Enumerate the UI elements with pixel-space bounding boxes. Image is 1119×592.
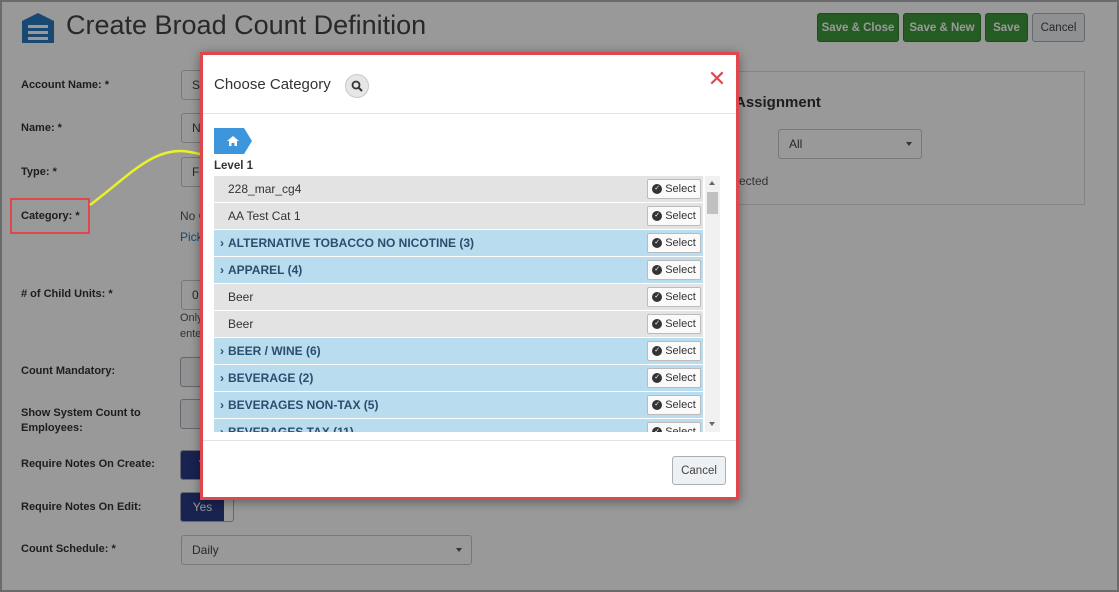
choose-category-modal: Choose Category ✕ Level 1 228_mar_cg4 ✓ Se…: [200, 52, 739, 500]
category-group-row[interactable]: › APPAREL (4) ✓ Select: [214, 257, 703, 284]
select-category-button[interactable]: ✓ Select: [647, 341, 701, 361]
check-circle-icon: ✓: [652, 211, 663, 221]
chevron-right-icon: ›: [220, 398, 224, 412]
select-button-label: Select: [665, 264, 696, 276]
check-circle-icon: ✓: [652, 346, 663, 356]
select-button-label: Select: [665, 183, 696, 195]
chevron-right-icon: ›: [220, 236, 224, 250]
home-breadcrumb[interactable]: [214, 128, 252, 154]
check-circle-icon: ✓: [652, 427, 663, 432]
modal-footer: Cancel: [203, 440, 736, 500]
chevron-right-icon: ›: [220, 371, 224, 385]
category-group-row[interactable]: › BEVERAGES TAX (11) ✓ Select: [214, 419, 703, 432]
select-button-label: Select: [665, 318, 696, 330]
category-row-label: ALTERNATIVE TOBACCO NO NICOTINE (3): [228, 236, 474, 250]
select-category-button[interactable]: ✓ Select: [647, 395, 701, 415]
select-button-label: Select: [665, 345, 696, 357]
category-row[interactable]: 228_mar_cg4 ✓ Select: [214, 176, 703, 203]
category-row-label: 228_mar_cg4: [228, 182, 302, 196]
scroll-thumb[interactable]: [707, 192, 718, 214]
category-row[interactable]: AA Test Cat 1 ✓ Select: [214, 203, 703, 230]
check-circle-icon: ✓: [652, 265, 663, 275]
select-button-label: Select: [665, 426, 696, 432]
category-row-label: Beer: [228, 290, 254, 304]
select-category-button[interactable]: ✓ Select: [647, 260, 701, 280]
chevron-right-icon: ›: [220, 263, 224, 277]
category-group-row[interactable]: › ALTERNATIVE TOBACCO NO NICOTINE (3) ✓ Sel…: [214, 230, 703, 257]
check-circle-icon: ✓: [652, 184, 663, 194]
scroll-up-icon[interactable]: [709, 181, 715, 185]
check-circle-icon: ✓: [652, 319, 663, 329]
select-button-label: Select: [665, 372, 696, 384]
category-row-label: Beer: [228, 317, 254, 331]
category-row-label: BEVERAGES TAX (11): [228, 425, 354, 432]
modal-header: Choose Category ✕: [203, 55, 736, 114]
modal-cancel-button[interactable]: Cancel: [672, 456, 726, 485]
chevron-right-icon: ›: [220, 425, 224, 432]
category-group-row[interactable]: › BEVERAGES NON-TAX (5) ✓ Select: [214, 392, 703, 419]
close-icon[interactable]: ✕: [706, 68, 728, 90]
check-circle-icon: ✓: [652, 400, 663, 410]
category-row-label: AA Test Cat 1: [228, 209, 301, 223]
select-button-label: Select: [665, 399, 696, 411]
select-category-button[interactable]: ✓ Select: [647, 287, 701, 307]
select-category-button[interactable]: ✓ Select: [647, 368, 701, 388]
category-list-items: 228_mar_cg4 ✓ Select AA Test Cat 1 ✓ Select › A…: [214, 176, 703, 432]
select-button-label: Select: [665, 210, 696, 222]
scroll-down-icon[interactable]: [709, 422, 715, 426]
search-icon: [351, 80, 363, 92]
check-circle-icon: ✓: [652, 238, 663, 248]
select-category-button[interactable]: ✓ Select: [647, 314, 701, 334]
modal-title: Choose Category: [214, 76, 331, 93]
level-label: Level 1: [214, 160, 253, 172]
category-row-label: BEER / WINE (6): [228, 344, 321, 358]
category-row-label: BEVERAGE (2): [228, 371, 314, 385]
category-row[interactable]: Beer ✓ Select: [214, 284, 703, 311]
category-row-label: APPAREL (4): [228, 263, 303, 277]
category-group-row[interactable]: › BEER / WINE (6) ✓ Select: [214, 338, 703, 365]
check-circle-icon: ✓: [652, 373, 663, 383]
list-scrollbar[interactable]: [705, 176, 720, 432]
category-group-row[interactable]: › BEVERAGE (2) ✓ Select: [214, 365, 703, 392]
category-highlight-box: [10, 198, 90, 234]
category-row-label: BEVERAGES NON-TAX (5): [228, 398, 379, 412]
search-button[interactable]: [345, 74, 369, 98]
select-category-button[interactable]: ✓ Select: [647, 422, 701, 432]
select-category-button[interactable]: ✓ Select: [647, 206, 701, 226]
select-button-label: Select: [665, 291, 696, 303]
select-button-label: Select: [665, 237, 696, 249]
select-category-button[interactable]: ✓ Select: [647, 233, 701, 253]
category-row[interactable]: Beer ✓ Select: [214, 311, 703, 338]
check-circle-icon: ✓: [652, 292, 663, 302]
category-list: 228_mar_cg4 ✓ Select AA Test Cat 1 ✓ Select › A…: [214, 176, 720, 432]
chevron-right-icon: ›: [220, 344, 224, 358]
select-category-button[interactable]: ✓ Select: [647, 179, 701, 199]
